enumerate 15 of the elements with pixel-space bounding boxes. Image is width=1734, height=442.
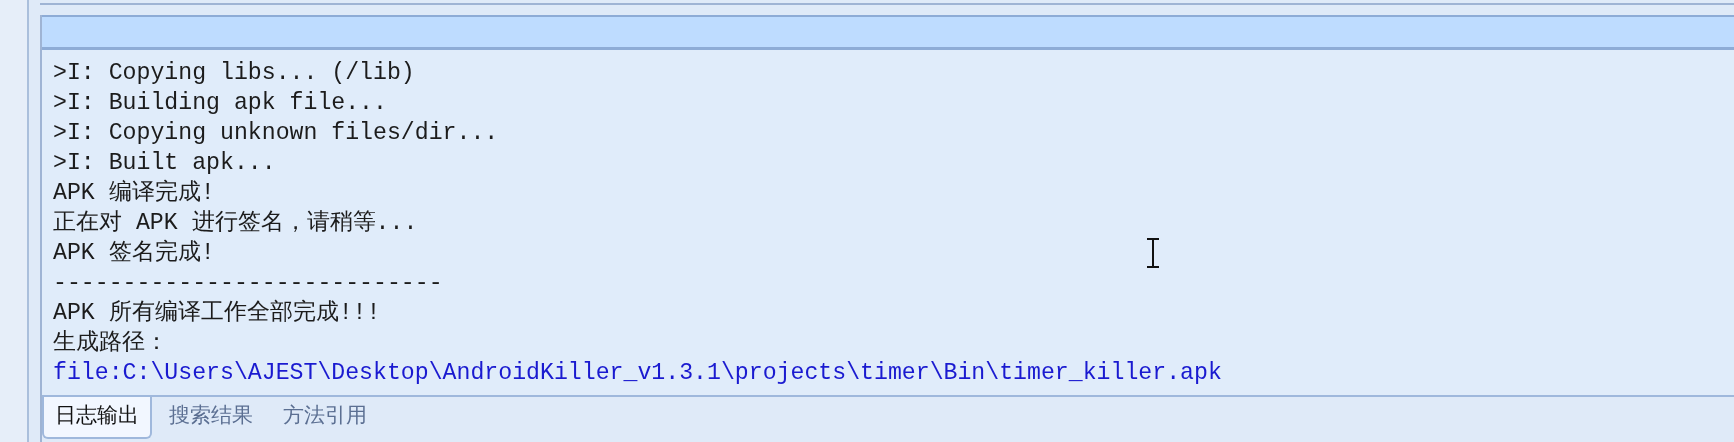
- log-line: APK 所有编译工作全部完成!!!: [53, 298, 381, 328]
- log-line: APK 签名完成!: [53, 238, 215, 268]
- panel-tab[interactable]: 日志输出: [42, 395, 152, 439]
- log-line: >I: Copying unknown files/dir...: [53, 119, 499, 148]
- text-cursor-icon: [1146, 238, 1160, 268]
- log-line: >I: Copying libs... (/lib): [53, 59, 415, 88]
- panel-tab[interactable]: 方法引用: [270, 395, 380, 439]
- log-line: APK 编译完成!: [53, 178, 215, 208]
- log-line: >I: Built apk...: [53, 149, 276, 178]
- log-line: ----------------------------: [53, 269, 443, 298]
- panel-tab[interactable]: 搜索结果: [156, 395, 266, 439]
- log-line: >I: Building apk file...: [53, 89, 387, 118]
- file-link[interactable]: file:C:\Users\AJEST\Desktop\AndroidKiller_v1.3.1\projects\timer\Bin\timer_killer.apk: [53, 358, 1222, 388]
- log-line: 生成路径：: [53, 329, 168, 358]
- log-line: 正在对 APK 进行签名，请稍等...: [53, 209, 418, 238]
